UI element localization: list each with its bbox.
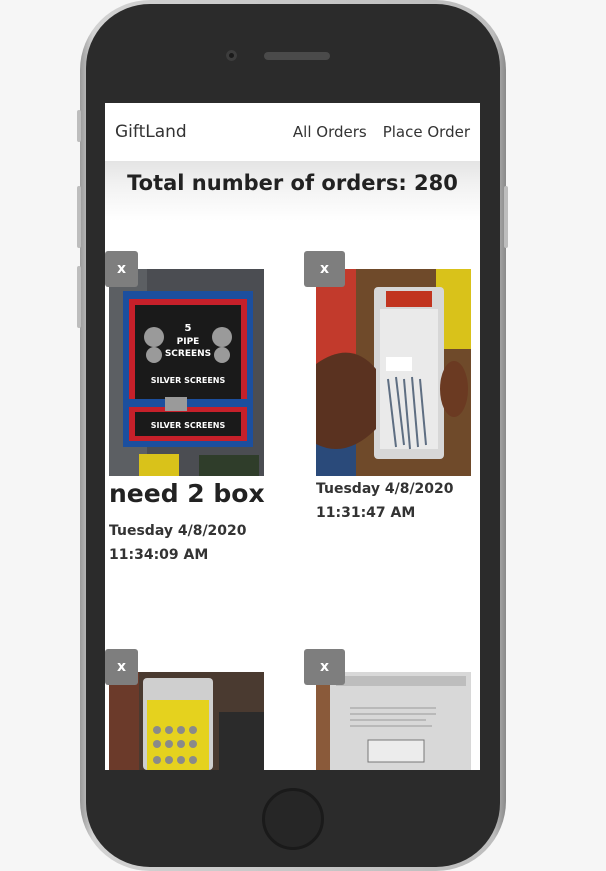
order-date-time: 11:34:09 AM (109, 547, 209, 563)
home-button[interactable] (262, 788, 324, 850)
order-date-day: Tuesday 4/8/2020 (109, 523, 247, 539)
order-date: Tuesday 4/8/2020 11:31:47 AM (316, 477, 454, 525)
nav-link-place-order[interactable]: Place Order (383, 123, 470, 141)
brand-logo[interactable]: GiftLand (115, 122, 277, 142)
order-photo (316, 672, 471, 770)
speaker-grille (264, 52, 330, 60)
hardware-package-image (109, 672, 264, 770)
navbar: GiftLand All Orders Place Order (105, 103, 480, 161)
remove-order-button[interactable]: x (304, 251, 345, 287)
remove-order-button[interactable]: x (304, 649, 345, 685)
total-orders-heading: Total number of orders: 280 (127, 171, 458, 195)
svg-text:SCREENS: SCREENS (165, 349, 211, 359)
order-date: Tuesday 4/8/2020 11:34:09 AM (109, 519, 247, 567)
order-date-time: 11:31:47 AM (316, 505, 416, 521)
svg-text:PIPE: PIPE (177, 337, 200, 347)
mute-switch (77, 110, 81, 142)
order-note: need 2 box (109, 479, 265, 508)
svg-text:5: 5 (185, 323, 192, 334)
order-date-day: Tuesday 4/8/2020 (316, 481, 454, 497)
remove-order-button[interactable]: x (105, 649, 138, 685)
pipe-screens-package-image: 5 PIPE SCREENS SILVER SCREENS SILVER SCR… (109, 269, 264, 476)
order-photo (109, 672, 264, 770)
power-button (504, 186, 508, 248)
nav-link-all-orders[interactable]: All Orders (293, 123, 367, 141)
svg-text:SILVER SCREENS: SILVER SCREENS (151, 421, 226, 430)
remove-order-button[interactable]: x (105, 251, 138, 287)
order-photo (316, 269, 471, 476)
plastic-bag-package-image (316, 672, 471, 770)
nails-package-image (316, 269, 471, 476)
front-camera-icon (226, 50, 237, 61)
volume-down-button (77, 266, 81, 328)
svg-text:SILVER SCREENS: SILVER SCREENS (151, 376, 226, 385)
app-screen: GiftLand All Orders Place Order Total nu… (105, 103, 480, 770)
order-photo: 5 PIPE SCREENS SILVER SCREENS SILVER SCR… (109, 269, 264, 476)
volume-up-button (77, 186, 81, 248)
